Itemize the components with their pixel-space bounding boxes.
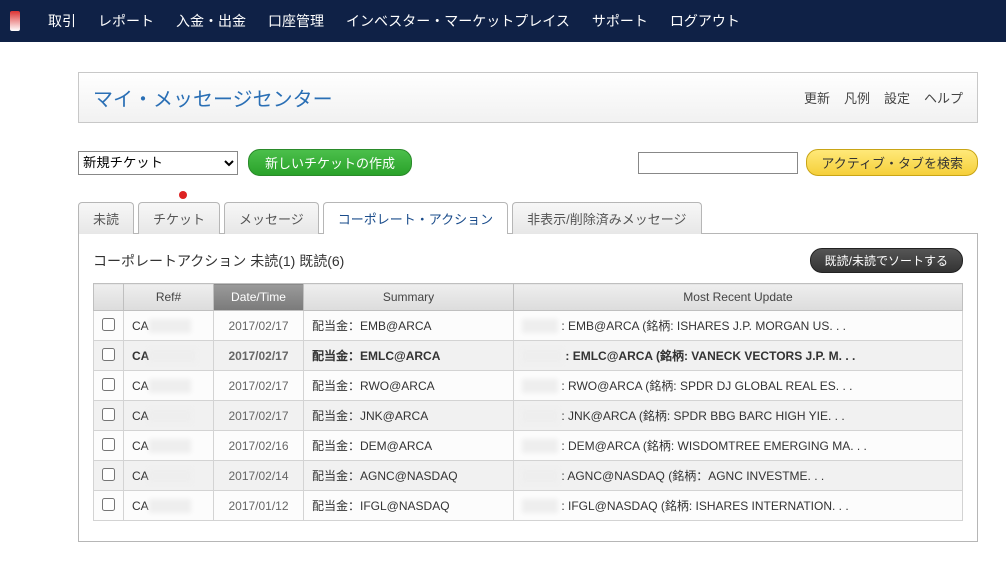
col-ref[interactable]: Ref#: [124, 284, 214, 311]
row-checkbox[interactable]: [102, 438, 115, 451]
row-checkbox[interactable]: [102, 468, 115, 481]
redacted-ref: xxxxxxx: [149, 349, 196, 363]
cell-date: 2017/02/16: [214, 431, 304, 461]
cell-update: xxxxxx : EMLC@ARCA (銘柄: VANECK VECTORS J…: [514, 341, 963, 371]
subheader-text: コーポレートアクション 未読(1) 既読(6): [93, 251, 344, 271]
page-header: マイ・メッセージセンター 更新 凡例 設定 ヘルプ: [78, 72, 978, 123]
table-row[interactable]: CAxxxxxxx2017/01/12配当金：IFGL@NASDAQxxxxxx…: [94, 491, 963, 521]
cell-date: 2017/02/14: [214, 461, 304, 491]
nav-funding[interactable]: 入金・出金: [176, 11, 246, 31]
table-row[interactable]: CAxxxxxxx 2017/02/16配当金：DEM@ARCAxxxxxx : …: [94, 431, 963, 461]
cell-summary: 配当金：EMB@ARCA: [304, 311, 514, 341]
redacted-ref: xxxxxxx: [149, 469, 191, 483]
redacted-update-prefix: xxxxxx: [522, 469, 558, 483]
tab-panel-corporate-action: コーポレートアクション 未読(1) 既読(6) 既読/未読でソートする Ref#…: [78, 233, 978, 542]
redacted-ref: xxxxxxx: [149, 379, 191, 393]
tab-label: コーポレート・アクション: [338, 212, 493, 227]
ref-prefix: CA: [132, 409, 149, 423]
cell-summary: 配当金：RWO@ARCA: [304, 371, 514, 401]
redacted-update-prefix: xxxxxx: [522, 499, 558, 513]
nav-report[interactable]: レポート: [98, 11, 154, 31]
corporate-action-table: Ref# Date/Time Summary Most Recent Updat…: [93, 283, 963, 521]
top-nav: 取引 レポート 入金・出金 口座管理 インベスター・マーケットプレイス サポート…: [0, 0, 1006, 42]
redacted-ref: xxxxxxx: [149, 439, 191, 453]
cell-date: 2017/02/17: [214, 371, 304, 401]
cell-update: xxxxxx : RWO@ARCA (銘柄: SPDR DJ GLOBAL RE…: [514, 371, 963, 401]
row-checkbox[interactable]: [102, 348, 115, 361]
redacted-update-prefix: xxxxxx: [522, 439, 558, 453]
ref-prefix: CA: [132, 319, 149, 333]
table-row[interactable]: CAxxxxxxx2017/02/14配当金：AGNC@NASDAQxxxxxx…: [94, 461, 963, 491]
cell-update: xxxxxx : JNK@ARCA (銘柄: SPDR BBG BARC HIG…: [514, 401, 963, 431]
ref-prefix: CA: [132, 379, 149, 393]
cell-summary: 配当金：EMLC@ARCA: [304, 341, 514, 371]
redacted-update-prefix: xxxxxx: [522, 379, 558, 393]
notification-dot-icon: [179, 191, 187, 199]
ref-prefix: CA: [132, 439, 149, 453]
tab-messages[interactable]: メッセージ: [224, 202, 319, 234]
cell-summary: 配当金：JNK@ARCA: [304, 401, 514, 431]
row-checkbox[interactable]: [102, 408, 115, 421]
cell-update: xxxxxx : AGNC@NASDAQ (銘柄：AGNC INVESTME. …: [514, 461, 963, 491]
search-input[interactable]: [638, 152, 798, 174]
nav-investor[interactable]: インベスター・マーケットプレイス: [346, 11, 570, 31]
header-link-settings[interactable]: 設定: [884, 88, 910, 107]
ref-prefix: CA: [132, 469, 149, 483]
cell-update: xxxxxx : DEM@ARCA (銘柄: WISDOMTREE EMERGI…: [514, 431, 963, 461]
row-checkbox[interactable]: [102, 318, 115, 331]
tab-label: 未読: [93, 212, 119, 227]
header-link-refresh[interactable]: 更新: [804, 88, 830, 107]
ref-prefix: CA: [132, 499, 149, 513]
tab-hidden-deleted[interactable]: 非表示/削除済みメッセージ: [512, 202, 701, 234]
cell-summary: 配当金：IFGL@NASDAQ: [304, 491, 514, 521]
redacted-ref: xxxxxxx: [149, 409, 191, 423]
nav-account[interactable]: 口座管理: [268, 11, 324, 31]
cell-date: 2017/01/12: [214, 491, 304, 521]
col-checkbox: [94, 284, 124, 311]
tab-unread[interactable]: 未読: [78, 202, 134, 234]
search-active-tab-button[interactable]: アクティブ・タブを検索: [806, 149, 978, 176]
header-link-help[interactable]: ヘルプ: [924, 88, 963, 107]
cell-update: xxxxxx : EMB@ARCA (銘柄: ISHARES J.P. MORG…: [514, 311, 963, 341]
page-title: マイ・メッセージセンター: [93, 83, 333, 112]
brand-logo: [10, 11, 20, 31]
redacted-ref: xxxxxxx: [149, 319, 191, 333]
table-row[interactable]: CAxxxxxxx 2017/02/17配当金：JNK@ARCAxxxxxx : …: [94, 401, 963, 431]
redacted-update-prefix: xxxxxx: [522, 409, 558, 423]
tab-label: メッセージ: [239, 212, 304, 227]
cell-date: 2017/02/17: [214, 341, 304, 371]
ref-prefix: CA: [132, 349, 149, 363]
col-update[interactable]: Most Recent Update: [514, 284, 963, 311]
cell-summary: 配当金：AGNC@NASDAQ: [304, 461, 514, 491]
row-checkbox[interactable]: [102, 498, 115, 511]
col-date-sorted[interactable]: Date/Time: [214, 284, 304, 311]
redacted-ref: xxxxxxx: [149, 499, 191, 513]
table-row[interactable]: CAxxxxxxx 2017/02/17配当金：RWO@ARCAxxxxxx : …: [94, 371, 963, 401]
ticket-type-select[interactable]: 新規チケット: [78, 151, 238, 175]
redacted-update-prefix: xxxxxx: [522, 349, 562, 363]
nav-logout[interactable]: ログアウト: [670, 11, 740, 31]
tab-label: 非表示/削除済みメッセージ: [527, 212, 686, 227]
tab-label: チケット: [153, 212, 205, 227]
cell-date: 2017/02/17: [214, 311, 304, 341]
create-ticket-button[interactable]: 新しいチケットの作成: [248, 149, 412, 176]
controls-row: 新規チケット 新しいチケットの作成 アクティブ・タブを検索: [78, 149, 978, 176]
sort-read-unread-button[interactable]: 既読/未読でソートする: [810, 248, 963, 273]
tab-corporate-action[interactable]: コーポレート・アクション: [323, 202, 508, 234]
tabs: 未読 チケット メッセージ コーポレート・アクション 非表示/削除済みメッセージ: [78, 202, 978, 234]
header-links: 更新 凡例 設定 ヘルプ: [804, 88, 963, 107]
row-checkbox[interactable]: [102, 378, 115, 391]
header-link-legend[interactable]: 凡例: [844, 88, 870, 107]
cell-update: xxxxxx : IFGL@NASDAQ (銘柄: ISHARES INTERN…: [514, 491, 963, 521]
tab-tickets[interactable]: チケット: [138, 202, 220, 234]
redacted-update-prefix: xxxxxx: [522, 319, 558, 333]
col-summary[interactable]: Summary: [304, 284, 514, 311]
cell-date: 2017/02/17: [214, 401, 304, 431]
cell-summary: 配当金：DEM@ARCA: [304, 431, 514, 461]
nav-trade[interactable]: 取引: [48, 11, 76, 31]
nav-support[interactable]: サポート: [592, 11, 648, 31]
table-row[interactable]: CAxxxxxxx 2017/02/17配当金：EMLC@ARCAxxxxxx :…: [94, 341, 963, 371]
table-row[interactable]: CAxxxxxxx 2017/02/17配当金：EMB@ARCAxxxxxx : …: [94, 311, 963, 341]
